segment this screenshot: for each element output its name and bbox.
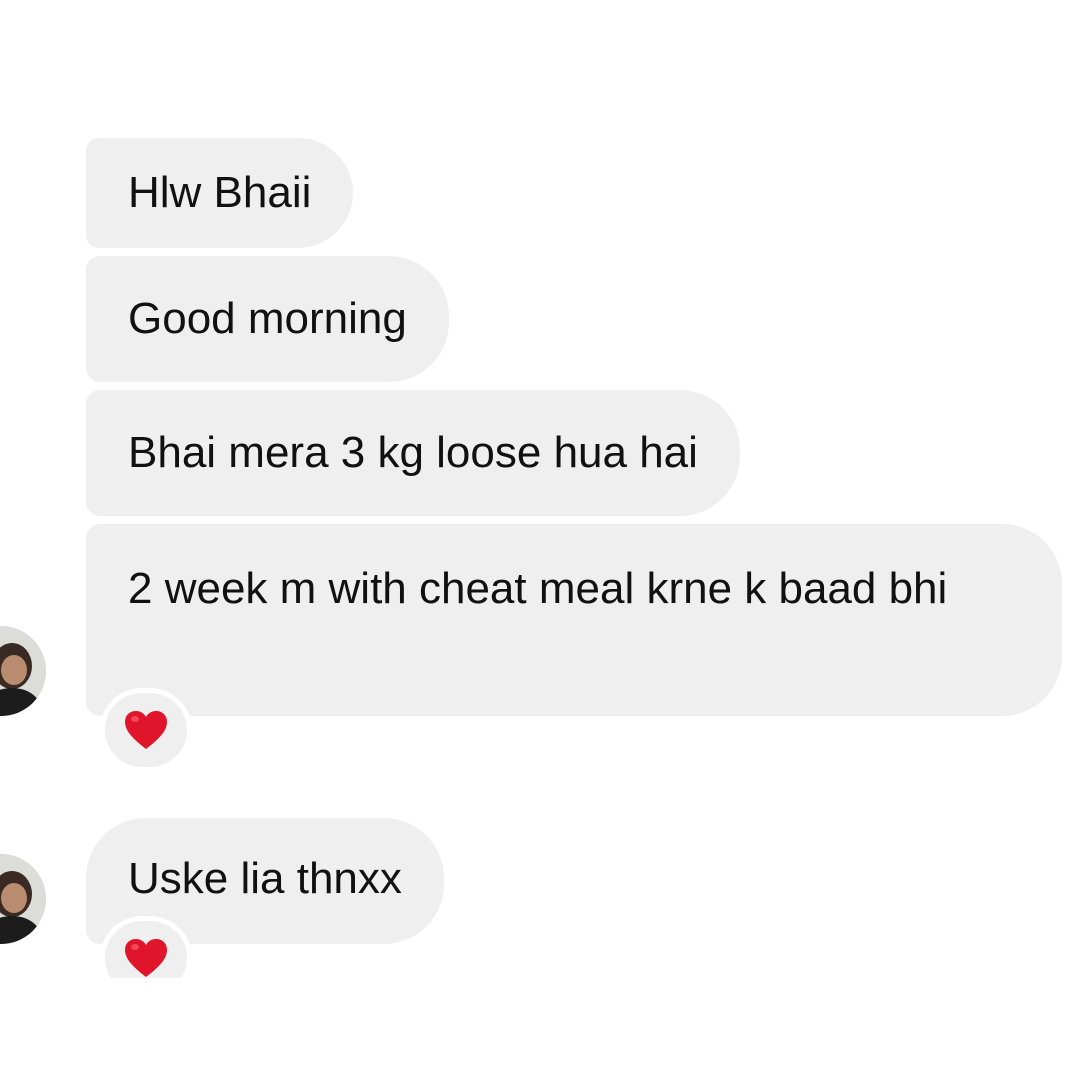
message-bubble[interactable]: 2 week m with cheat meal krne k baad bhi xyxy=(86,524,1062,716)
heart-icon xyxy=(125,711,167,749)
message-text: 2 week m with cheat meal krne k baad bhi xyxy=(128,564,948,613)
avatar[interactable] xyxy=(0,626,46,716)
message-bubble[interactable]: Good morning xyxy=(86,256,449,382)
avatar-photo-icon xyxy=(0,626,46,716)
reaction-badge[interactable] xyxy=(100,688,192,772)
message-text: Good morning xyxy=(128,294,407,343)
message-text: Bhai mera 3 kg loose hua hai xyxy=(128,428,698,477)
chat-thread: Hlw Bhaii Good morning Bhai mera 3 kg lo… xyxy=(0,0,1080,1080)
avatar-photo-icon xyxy=(0,854,46,944)
message-bubble[interactable]: Bhai mera 3 kg loose hua hai xyxy=(86,390,740,516)
message-bubble[interactable]: Hlw Bhaii xyxy=(86,138,354,248)
message-text: Hlw Bhaii xyxy=(128,168,312,217)
avatar[interactable] xyxy=(0,854,46,944)
message-text: Uske lia thnxx xyxy=(128,854,402,903)
heart-icon xyxy=(125,939,167,977)
crop-edge xyxy=(0,978,1080,1080)
